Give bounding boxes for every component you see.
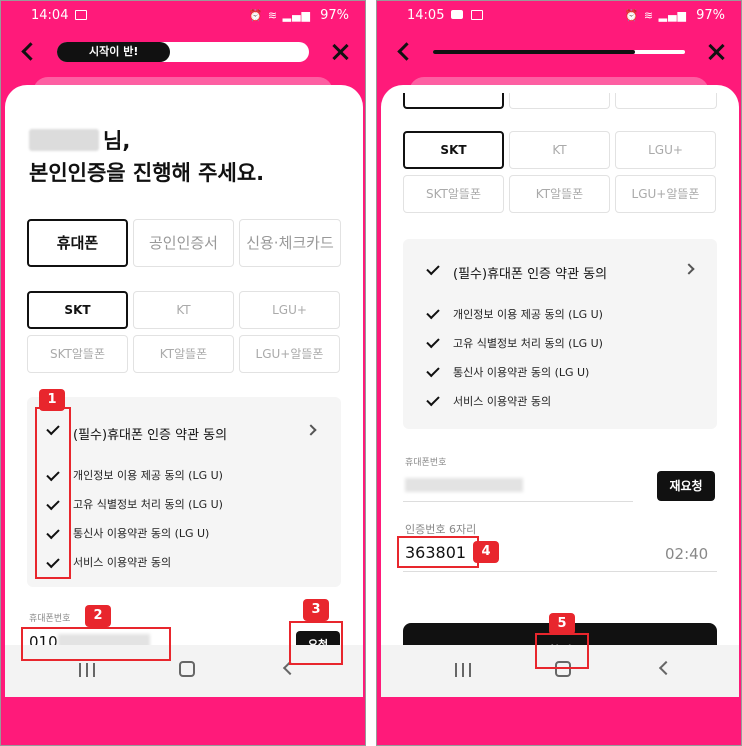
annotation-badge-3: 3 <box>303 599 329 621</box>
tab-edge <box>615 93 717 109</box>
battery-percent: 97% <box>696 8 725 23</box>
tab-edge <box>403 93 504 109</box>
tab-phone[interactable]: 휴대폰 <box>27 219 128 267</box>
carrier-kt-mvno[interactable]: KT알뜰폰 <box>509 175 610 213</box>
home-icon[interactable] <box>179 661 195 677</box>
term-item: 개인정보 이용 제공 동의 (LG U) <box>453 308 603 321</box>
terms-panel: (필수)휴대폰 인증 약관 동의 개인정보 이용 제공 동의 (LG U) 고유… <box>27 397 341 587</box>
blurred-username <box>29 129 99 151</box>
annotation-badge-5: 5 <box>549 613 575 635</box>
chevron-right-icon[interactable] <box>305 424 317 436</box>
recents-icon[interactable] <box>79 663 95 677</box>
carrier-lgu-mvno[interactable]: LGU+알뜰폰 <box>615 175 716 213</box>
blurred-phone <box>405 478 523 492</box>
carrier-skt[interactable]: SKT <box>403 131 504 169</box>
input-underline <box>403 571 717 572</box>
progress-bar <box>433 50 685 54</box>
annotation-badge-1: 1 <box>39 389 65 411</box>
term-item: 서비스 이용약관 동의 <box>453 395 552 408</box>
progress-fill <box>433 50 635 54</box>
terms-main: (필수)휴대폰 인증 약관 동의 <box>73 428 228 443</box>
carrier-lgu[interactable]: LGU+ <box>239 291 340 329</box>
status-bar: 14:05 ⏰ ≋ ▂▄▆ 97% <box>377 1 741 31</box>
terms-panel: (필수)휴대폰 인증 약관 동의 개인정보 이용 제공 동의 (LG U) 고유… <box>403 239 717 429</box>
carrier-kt[interactable]: KT <box>133 291 234 329</box>
back-arrow-icon[interactable] <box>395 41 417 63</box>
tab-edge <box>509 93 610 109</box>
countdown-timer: 02:40 <box>665 545 709 563</box>
term-item: 통신사 이용약관 동의 (LG U) <box>73 527 210 540</box>
page-title: 님, 본인인증을 진행해 주세요. <box>29 129 265 185</box>
top-navbar: 시작이 반! <box>1 31 365 75</box>
recents-icon[interactable] <box>455 663 471 677</box>
term-item: 개인정보 이용 제공 동의 (LG U) <box>73 469 223 482</box>
check-icon[interactable] <box>426 392 440 407</box>
auth-card: SKT KT LGU+ SKT알뜰폰 KT알뜰폰 LGU+알뜰폰 (필수)휴대폰… <box>381 85 739 697</box>
resend-button[interactable]: 재요청 <box>657 471 715 501</box>
back-arrow-icon[interactable] <box>19 41 41 63</box>
annotation-badge-4: 4 <box>473 541 499 563</box>
carrier-skt-mvno[interactable]: SKT알뜰폰 <box>27 335 128 373</box>
check-icon[interactable] <box>426 363 440 378</box>
annotation-box-5 <box>535 633 589 669</box>
phone-input[interactable] <box>405 477 523 495</box>
phone-label: 휴대폰번호 <box>29 614 71 624</box>
check-icon[interactable] <box>426 334 440 349</box>
input-underline <box>403 501 633 502</box>
top-navbar <box>377 31 741 75</box>
carrier-lgu[interactable]: LGU+ <box>615 131 716 169</box>
chevron-right-icon[interactable] <box>683 263 695 275</box>
image-notification-icon <box>75 10 87 20</box>
progress-bar: 시작이 반! <box>57 42 309 62</box>
status-bar: 14:04 ⏰ ≋ ▂▄▆ 97% <box>1 1 365 31</box>
chat-notification-icon <box>451 10 463 19</box>
carrier-skt[interactable]: SKT <box>27 291 128 329</box>
status-icons: ⏰ ≋ ▂▄▆ <box>624 9 687 22</box>
close-icon[interactable] <box>329 41 351 63</box>
annotation-box-4 <box>397 536 479 568</box>
term-item: 고유 식별정보 처리 동의 (LG U) <box>453 337 603 350</box>
close-icon[interactable] <box>705 41 727 63</box>
image-notification-icon <box>471 10 483 20</box>
term-item: 통신사 이용약관 동의 (LG U) <box>453 366 590 379</box>
terms-main: (필수)휴대폰 인증 약관 동의 <box>453 267 608 282</box>
back-icon[interactable] <box>658 660 674 676</box>
status-time: 14:05 <box>407 8 445 23</box>
phone-label: 휴대폰번호 <box>405 458 447 468</box>
carrier-lgu-mvno[interactable]: LGU+알뜰폰 <box>239 335 340 373</box>
annotation-box-1 <box>35 407 71 579</box>
carrier-skt-mvno[interactable]: SKT알뜰폰 <box>403 175 504 213</box>
tab-card[interactable]: 신용·체크카드 <box>239 219 341 267</box>
phone-screen-step1: 14:04 ⏰ ≋ ▂▄▆ 97% 시작이 반! 님, 본인인증을 진행해 주세… <box>0 0 366 746</box>
code-label: 인증번호 6자리 <box>405 523 477 536</box>
annotation-badge-2: 2 <box>85 605 111 627</box>
battery-percent: 97% <box>320 8 349 23</box>
term-item: 고유 식별정보 처리 동의 (LG U) <box>73 498 223 511</box>
annotation-box-3 <box>289 621 343 665</box>
annotation-box-2 <box>21 627 171 661</box>
term-item: 서비스 이용약관 동의 <box>73 556 172 569</box>
carrier-kt-mvno[interactable]: KT알뜰폰 <box>133 335 234 373</box>
phone-screen-step2: 14:05 ⏰ ≋ ▂▄▆ 97% SKT KT LGU+ SKT알뜰폰 KT알… <box>376 0 742 746</box>
check-icon[interactable] <box>426 305 440 320</box>
status-icons: ⏰ ≋ ▂▄▆ <box>248 9 311 22</box>
carrier-kt[interactable]: KT <box>509 131 610 169</box>
progress-label: 시작이 반! <box>57 42 171 62</box>
check-icon[interactable] <box>426 261 440 276</box>
scrolled-tabs-edge <box>403 93 717 109</box>
tab-certificate[interactable]: 공인인증서 <box>133 219 234 267</box>
status-time: 14:04 <box>31 8 69 23</box>
